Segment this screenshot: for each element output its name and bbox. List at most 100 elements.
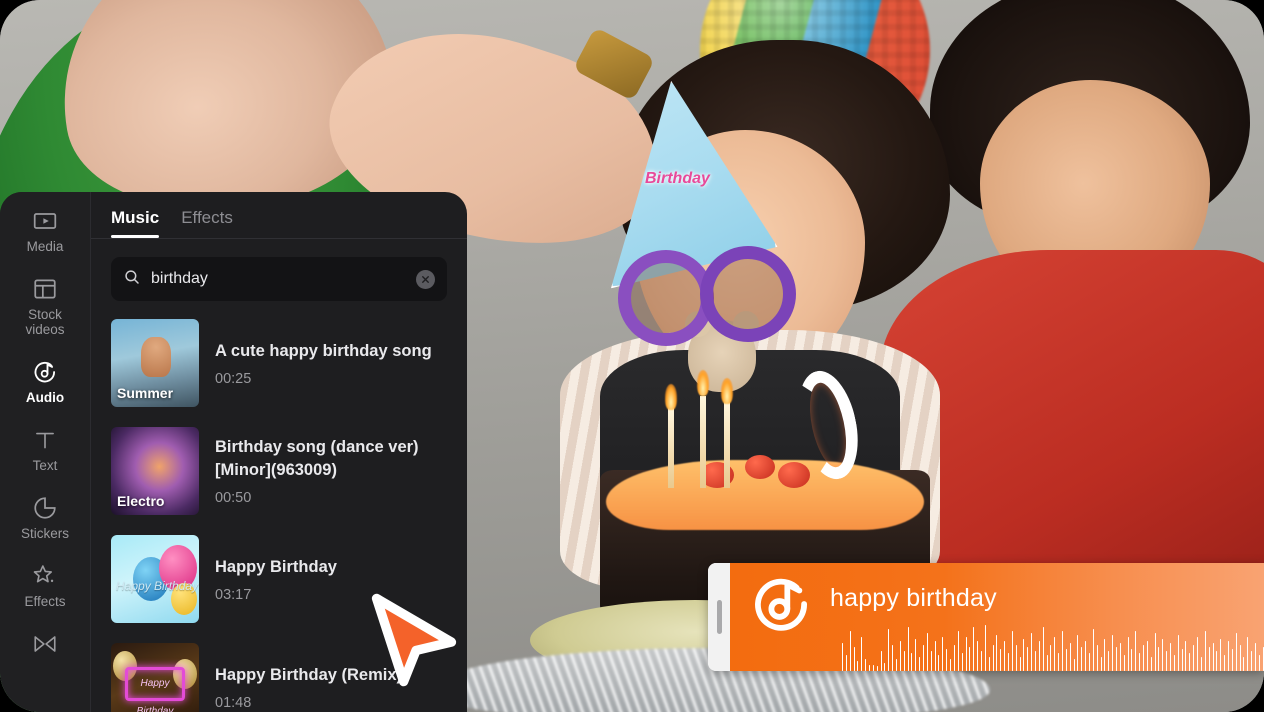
waveform-bar: [1170, 643, 1171, 671]
waveform-bar: [903, 651, 905, 671]
waveform-bar: [1019, 657, 1021, 671]
sidebar-item-stock-videos[interactable]: Stock videos: [9, 276, 81, 337]
waveform-bar: [926, 633, 928, 671]
waveform-bar: [1127, 637, 1129, 671]
waveform-bar: [1131, 649, 1133, 671]
waveform-bar: [1015, 645, 1017, 671]
sidebar-item-media[interactable]: Media: [9, 208, 81, 254]
waveform-bar: [1034, 651, 1036, 671]
waveform-bar: [1116, 647, 1117, 671]
waveform-bar: [977, 641, 978, 671]
track-thumbnail: Electro: [111, 427, 199, 515]
photo-berry: [778, 462, 810, 488]
sidebar-rail: Media Stock videos Audio Text Stickers E…: [0, 192, 90, 712]
waveform-bar: [842, 643, 843, 671]
sidebar-item-audio[interactable]: Audio: [9, 359, 81, 405]
sidebar-item-label: Stock videos: [25, 307, 65, 337]
waveform-bar: [849, 631, 851, 671]
waveform-bar: [896, 659, 897, 671]
waveform-bar: [946, 649, 948, 671]
trim-handle[interactable]: [708, 563, 730, 671]
effects-icon: [32, 563, 58, 589]
app-window: Birthday Media Stock videos Audio Text S…: [0, 0, 1264, 712]
track-thumbnail-label: Summer: [117, 385, 174, 401]
track-meta: A cute happy birthday song 00:25: [215, 340, 447, 387]
track-duration: 01:48: [215, 694, 252, 711]
waveform-bar: [1100, 657, 1102, 671]
waveform-bar: [884, 663, 886, 671]
waveform-bar: [988, 657, 990, 671]
waveform-bar: [857, 661, 859, 671]
waveform-bar: [869, 665, 870, 671]
mouse-pointer: [362, 588, 466, 692]
audio-icon: [32, 359, 58, 385]
waveform-bar: [965, 637, 967, 671]
waveform-bar: [1069, 643, 1071, 671]
sidebar-item-label: Stickers: [20, 526, 69, 541]
waveform-bar: [1027, 647, 1029, 671]
waveform-bar: [1038, 641, 1040, 671]
waveform-bar: [1177, 635, 1179, 671]
waveform-bar: [861, 637, 863, 671]
stock-videos-icon: [32, 276, 58, 302]
waveform-bar: [919, 657, 921, 671]
clear-icon[interactable]: [416, 269, 435, 289]
waveform-bar: [1162, 639, 1164, 671]
waveform-bar: [969, 647, 971, 671]
timeline-audio-clip[interactable]: happy birthday: [708, 563, 1264, 671]
sidebar-item-label: Text: [32, 458, 58, 473]
photo-candle: [668, 408, 674, 488]
photo-flame: [697, 370, 709, 396]
stickers-icon: [32, 495, 58, 521]
tab-effects[interactable]: Effects: [181, 208, 233, 238]
track-row[interactable]: Electro Birthday song (dance ver)[Minor]…: [91, 417, 467, 525]
waveform-bar: [953, 645, 955, 671]
waveform-bar: [1119, 643, 1121, 671]
waveform-bar: [950, 659, 951, 671]
waveform: [842, 599, 1264, 671]
track-title: Birthday song (dance ver)[Minor](963009): [215, 438, 419, 479]
track-row[interactable]: Summer A cute happy birthday song 00:25: [91, 309, 467, 417]
waveform-bar: [1208, 647, 1210, 671]
waveform-bar: [1042, 627, 1044, 671]
waveform-bar: [1227, 641, 1229, 671]
search-icon: [123, 268, 141, 291]
waveform-bar: [892, 645, 894, 671]
clip-body[interactable]: happy birthday: [730, 563, 1264, 671]
waveform-bar: [1150, 657, 1152, 671]
waveform-bar: [1166, 651, 1168, 671]
waveform-bar: [923, 645, 924, 671]
sidebar-item-label: Media: [26, 239, 64, 254]
waveform-bar: [1011, 631, 1013, 671]
waveform-bar: [1212, 643, 1214, 671]
waveform-bar: [1135, 631, 1137, 671]
transitions-icon: [32, 631, 58, 657]
waveform-bar: [934, 641, 936, 671]
photo-berry: [745, 455, 775, 479]
tab-music[interactable]: Music: [111, 208, 160, 238]
track-thumbnail: Summer: [111, 319, 199, 407]
waveform-bar: [1158, 647, 1160, 671]
waveform-bar: [1146, 641, 1148, 671]
waveform-bar: [1058, 653, 1059, 671]
waveform-bar: [865, 659, 867, 671]
sidebar-item-text[interactable]: Text: [9, 427, 81, 473]
waveform-bar: [1258, 655, 1260, 671]
track-meta: Birthday song (dance ver)[Minor](963009)…: [215, 436, 447, 506]
waveform-bar: [1092, 629, 1094, 671]
sidebar-item-effects[interactable]: Effects: [9, 563, 81, 609]
waveform-bar: [1123, 655, 1125, 671]
waveform-bar: [942, 637, 944, 671]
waveform-bar: [1173, 655, 1175, 671]
waveform-bar: [1143, 645, 1144, 671]
waveform-bar: [888, 629, 890, 671]
sidebar-item-stickers[interactable]: Stickers: [9, 495, 81, 541]
search-input[interactable]: [151, 270, 406, 288]
photo-candle: [700, 396, 706, 488]
media-icon: [32, 208, 58, 234]
sidebar-item-transitions[interactable]: [9, 631, 81, 662]
search-bar[interactable]: [111, 257, 447, 301]
waveform-bar: [1200, 657, 1202, 671]
waveform-bar: [1204, 631, 1206, 671]
waveform-bar: [938, 655, 940, 671]
